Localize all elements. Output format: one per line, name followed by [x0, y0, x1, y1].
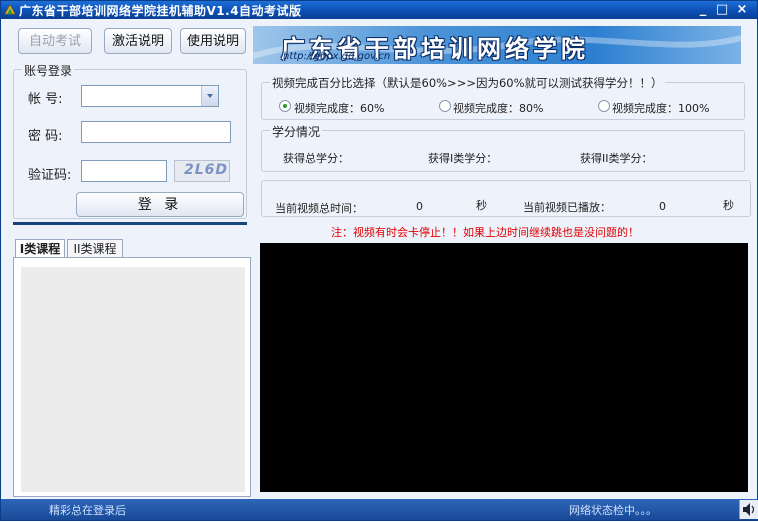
video-total-time-unit: 秒 [476, 199, 487, 212]
account-dropdown-button[interactable] [201, 86, 218, 106]
tab-class-2-courses[interactable]: II类课程 [67, 239, 123, 257]
usage-guide-button[interactable]: 使用说明 [180, 28, 246, 54]
class1-credits-label: 获得I类学分： [428, 152, 498, 165]
tab-class-1-courses[interactable]: I类课程 [15, 239, 65, 257]
captcha-image[interactable]: 2L6D [174, 160, 230, 182]
radio-60-percent[interactable] [279, 100, 291, 112]
option-80-label: 视频完成度：80% [453, 102, 544, 115]
radio-80-percent[interactable] [439, 100, 451, 112]
close-button[interactable]: × [734, 2, 750, 18]
video-percent-title: 视频完成百分比选择（默认是60%>>>因为60%就可以测试获得学分！！） [270, 75, 665, 91]
speaker-icon-glyph [743, 503, 755, 516]
password-label: 密 码: [28, 129, 63, 144]
video-played-unit: 秒 [723, 199, 734, 212]
video-total-time-value: 0 [416, 200, 423, 213]
course-list [21, 267, 245, 492]
video-total-time-label: 当前视频总时间： [275, 202, 363, 215]
captcha-field[interactable] [81, 160, 167, 182]
credits-group-title: 学分情况 [270, 123, 323, 140]
app-logo-icon [4, 4, 16, 15]
video-played-label: 当前视频已播放： [523, 201, 611, 214]
option-100-label: 视频完成度：100% [612, 102, 710, 115]
window-title: 广东省干部培训网络学院挂机辅助V1.4自动考试版 [19, 4, 302, 18]
login-group-title: 账号登录 [22, 62, 75, 79]
status-right-text: 网络状态检中。。。 [569, 504, 657, 517]
class2-credits-label: 获得II类学分： [580, 152, 653, 165]
auto-exam-button[interactable]: 自动考试 [18, 28, 92, 54]
banner: 广东省干部培训网络学院 http://gbpx.gd.gov.cn [253, 26, 741, 64]
login-group: 账号登录 帐 号: 密 码: 验证码: 2L6D 登 录 [13, 62, 247, 219]
captcha-label: 验证码: [28, 168, 72, 183]
account-label: 帐 号: [28, 92, 63, 107]
activation-guide-button[interactable]: 激活说明 [104, 28, 172, 54]
chevron-down-icon [207, 94, 213, 98]
video-played-value: 0 [659, 200, 666, 213]
video-player[interactable] [260, 243, 748, 492]
maximize-button[interactable]: □ [714, 2, 730, 18]
left-separator [13, 222, 247, 225]
title-bar[interactable]: 广东省干部培训网络学院挂机辅助V1.4自动考试版 _ □ × [1, 1, 757, 19]
status-bar: 精彩总在登录后 网络状态检中。。。 [1, 499, 758, 520]
radio-100-percent[interactable] [598, 100, 610, 112]
speaker-icon[interactable] [739, 500, 758, 519]
status-left-text: 精彩总在登录后 [49, 504, 126, 517]
course-list-panel[interactable] [13, 257, 251, 497]
notice-text: 注：视频有时会卡停止！！如果上边时间继续跳也是没问题的！ [331, 226, 639, 239]
captcha-image-text: 2L6D [184, 162, 229, 178]
video-percent-group: 视频完成百分比选择（默认是60%>>>因为60%就可以测试获得学分！！） 视频完… [261, 75, 745, 120]
banner-url: http://gbpx.gd.gov.cn [283, 51, 391, 62]
password-field[interactable] [81, 121, 231, 143]
login-button[interactable]: 登 录 [76, 192, 244, 217]
video-time-group: 当前视频总时间： 0 秒 当前视频已播放： 0 秒 [261, 180, 751, 217]
option-60-label: 视频完成度：60% [294, 102, 385, 115]
account-field[interactable] [81, 85, 219, 107]
credits-group: 学分情况 获得总学分： 获得I类学分： 获得II类学分： [261, 123, 745, 172]
total-credits-label: 获得总学分： [283, 152, 349, 165]
app-window: 广东省干部培训网络学院挂机辅助V1.4自动考试版 _ □ × 自动考试 激活说明… [0, 0, 758, 521]
minimize-button[interactable]: _ [695, 2, 711, 18]
